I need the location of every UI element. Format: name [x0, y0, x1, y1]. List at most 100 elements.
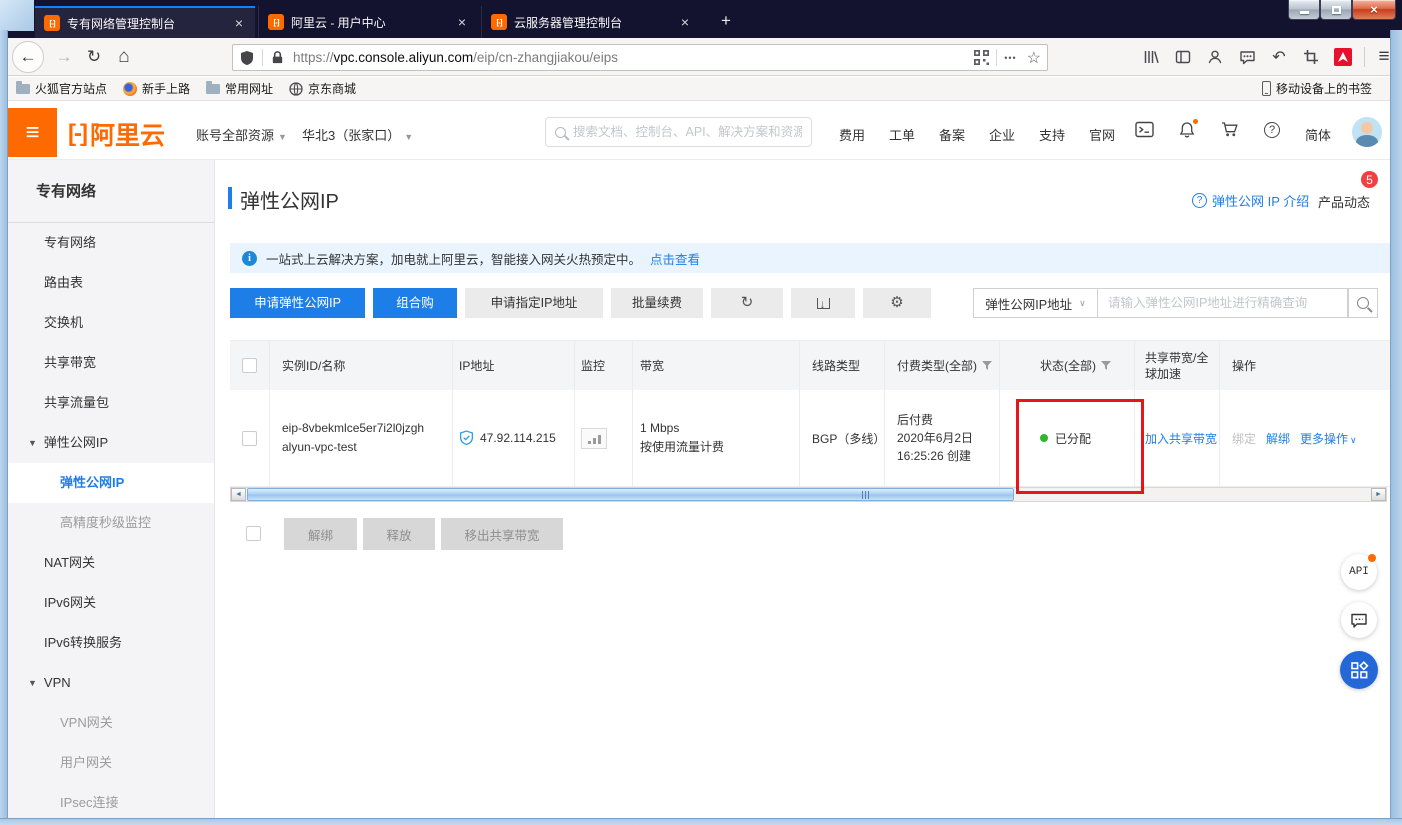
account-icon[interactable] — [1200, 38, 1230, 76]
scrollbar-thumb[interactable] — [247, 488, 1014, 501]
eip-intro-link[interactable]: ? 弹性公网 IP 介绍 — [1192, 191, 1309, 210]
refresh-button[interactable]: ↻ — [711, 288, 783, 318]
sidebar-item-eip[interactable]: 弹性公网IP — [8, 463, 214, 503]
bookmark-item[interactable]: 新手上路 — [115, 78, 198, 100]
instance-id-name[interactable]: eip-8vbekmlce5er7i2l0jzghalyun-vpc-test — [270, 390, 453, 486]
sidebar-item-vpn-gateway[interactable]: VPN网关 — [8, 703, 214, 743]
feedback-float-button[interactable] — [1341, 602, 1377, 638]
bookmark-mobile[interactable]: 移动设备上的书签 — [1254, 78, 1380, 100]
select-all-checkbox[interactable] — [242, 358, 257, 373]
search-button[interactable] — [1348, 288, 1378, 318]
tab-close-icon[interactable]: × — [678, 14, 692, 30]
sidebar-item-customer-gateway[interactable]: 用户网关 — [8, 743, 214, 783]
bookmark-folder[interactable]: 火狐官方站点 — [8, 78, 115, 100]
export-button[interactable] — [791, 288, 855, 318]
bookmark-folder[interactable]: 常用网址 — [198, 78, 281, 100]
horizontal-scrollbar[interactable]: ◄ ► — [230, 487, 1387, 502]
region-selector[interactable]: 华北3（张家口）▼ — [302, 125, 413, 144]
sidebar-item-nat-gateway[interactable]: NAT网关 — [8, 543, 214, 583]
menu-tickets[interactable]: 工单 — [889, 125, 915, 144]
unbind-link[interactable]: 解绑 — [1266, 430, 1290, 447]
sidebar-item-route-table[interactable]: 路由表 — [8, 263, 214, 303]
more-actions-link[interactable]: 更多操作∨ — [1300, 430, 1357, 447]
new-tab-button[interactable]: + — [712, 8, 740, 34]
undo-icon[interactable]: ↶ — [1264, 38, 1294, 76]
extension-icon[interactable] — [1328, 38, 1358, 76]
menu-billing[interactable]: 费用 — [839, 125, 865, 144]
filter-icon[interactable] — [982, 361, 992, 371]
sidebar-group-eip[interactable]: ▼弹性公网IP — [8, 423, 214, 463]
minimize-button[interactable] — [1288, 0, 1320, 20]
sidebar-item-vpc[interactable]: 专有网络 — [8, 223, 214, 263]
row-checkbox[interactable] — [242, 431, 257, 446]
sidebar-item-ipsec[interactable]: IPsec连接 — [8, 783, 214, 823]
lock-icon[interactable] — [270, 50, 285, 65]
console-menu-button[interactable]: ≡ — [8, 108, 57, 157]
chat-bubble-icon[interactable] — [1232, 38, 1262, 76]
screenshot-icon[interactable] — [1296, 38, 1326, 76]
notifications-bell-icon[interactable] — [1178, 121, 1196, 144]
batch-checkbox[interactable] — [246, 526, 261, 541]
bind-link[interactable]: 绑定 — [1232, 430, 1256, 447]
join-shared-bandwidth-link[interactable]: 加入共享带宽 — [1145, 430, 1217, 447]
console-search-input[interactable] — [573, 125, 802, 139]
cloudshell-icon[interactable] — [1135, 121, 1154, 143]
menu-support[interactable]: 支持 — [1039, 125, 1065, 144]
maximize-button[interactable] — [1320, 0, 1352, 20]
forward-button[interactable]: → — [50, 38, 78, 76]
filter-icon[interactable] — [1101, 361, 1111, 371]
combo-buy-button[interactable]: 组合购 — [373, 288, 457, 318]
api-float-button[interactable]: API — [1341, 554, 1377, 590]
bookmark-star-icon[interactable]: ☆ — [1027, 48, 1041, 68]
batch-release-button[interactable]: 释放 — [363, 518, 435, 550]
batch-remove-shared-button[interactable]: 移出共享带宽 — [441, 518, 563, 550]
reload-button[interactable]: ↻ — [80, 38, 108, 76]
qr-code-icon[interactable] — [974, 50, 989, 65]
bookmark-item[interactable]: 京东商城 — [281, 78, 364, 100]
sidebar-group-vpn[interactable]: ▼VPN — [8, 663, 214, 703]
apply-eip-button[interactable]: 申请弹性公网IP — [230, 288, 365, 318]
sidebar-item-vswitch[interactable]: 交换机 — [8, 303, 214, 343]
help-icon[interactable]: ? — [1264, 122, 1280, 138]
scroll-right-button[interactable]: ► — [1371, 488, 1386, 501]
menu-official-site[interactable]: 官网 — [1089, 125, 1115, 144]
filter-field-select[interactable]: 弹性公网IP地址∨ — [973, 288, 1098, 318]
tab-close-icon[interactable]: × — [232, 15, 246, 31]
language-switch[interactable]: 简体 — [1305, 125, 1331, 144]
divider — [1360, 38, 1368, 76]
banner-link[interactable]: 点击查看 — [650, 249, 700, 268]
product-news-link[interactable]: 产品动态 — [1318, 192, 1370, 211]
tracking-protection-icon[interactable] — [239, 50, 255, 66]
home-button[interactable]: ⌂ — [110, 38, 138, 76]
cart-icon[interactable] — [1221, 121, 1239, 143]
page-actions-icon[interactable]: ••• — [1004, 53, 1016, 63]
settings-button[interactable]: ⚙ — [863, 288, 931, 318]
apps-float-button[interactable] — [1340, 651, 1378, 689]
monitor-chart-icon[interactable] — [581, 428, 607, 449]
url-bar[interactable]: https://vpc.console.aliyun.com/eip/cn-zh… — [232, 44, 1048, 71]
sidebar-item-ipv6-gateway[interactable]: IPv6网关 — [8, 583, 214, 623]
console-search-box[interactable] — [545, 117, 812, 147]
menu-icp[interactable]: 备案 — [939, 125, 965, 144]
batch-unbind-button[interactable]: 解绑 — [284, 518, 357, 550]
sidebar-item-data-plan[interactable]: 共享流量包 — [8, 383, 214, 423]
back-button[interactable]: ← — [12, 41, 44, 73]
apply-specified-ip-button[interactable]: 申请指定IP地址 — [465, 288, 603, 318]
sidebar-item-ipv6-translation[interactable]: IPv6转换服务 — [8, 623, 214, 663]
scroll-left-button[interactable]: ◄ — [231, 488, 246, 501]
close-button[interactable]: × — [1352, 0, 1396, 20]
browser-tab-active[interactable]: [-] 专有网络管理控制台 × — [35, 6, 255, 38]
browser-tab[interactable]: [-] 阿里云 - 用户中心 × — [258, 6, 478, 38]
sidebar-item-shared-bandwidth[interactable]: 共享带宽 — [8, 343, 214, 383]
account-scope-dropdown[interactable]: 账号全部资源▼ — [196, 125, 287, 144]
library-icon[interactable] — [1136, 38, 1166, 76]
tab-close-icon[interactable]: × — [455, 14, 469, 30]
sidebars-icon[interactable] — [1168, 38, 1198, 76]
browser-tab[interactable]: [-] 云服务器管理控制台 × — [481, 6, 701, 38]
aliyun-logo[interactable]: [-] 阿里云 — [68, 116, 165, 152]
sidebar-item-fine-monitor[interactable]: 高精度秒级监控 — [8, 503, 214, 543]
batch-renew-button[interactable]: 批量续费 — [611, 288, 703, 318]
menu-enterprise[interactable]: 企业 — [989, 125, 1015, 144]
avatar[interactable] — [1352, 117, 1382, 147]
eip-search-input[interactable] — [1098, 288, 1348, 318]
